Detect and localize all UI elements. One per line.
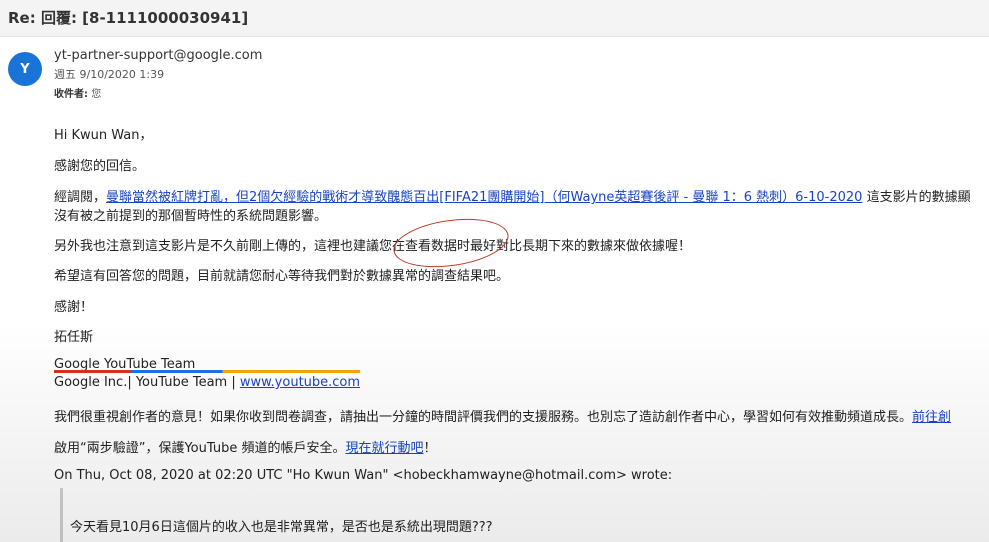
sender-avatar[interactable]: Y [8, 52, 42, 86]
recipient-line: 收件者: 您 [54, 85, 101, 100]
quote-bar [60, 488, 63, 542]
thanks-line: 感謝！ [54, 300, 94, 315]
act-now-link[interactable]: 現在就行動吧 [345, 441, 423, 456]
paragraph-3: 希望這有回答您的問題，目前就請您耐心等待我們對於數據異常的調查結果吧。 [54, 269, 510, 284]
creator-center-link[interactable]: 前往創 [912, 410, 951, 425]
signature-color-bar [54, 370, 360, 373]
email-subject: Re: 回覆: [8-1111000030941] [8, 9, 249, 27]
paragraph-2: 另外我也注意到這支影片是不久前剛上傳的，這裡也建議您在查看数据时最好對比長期下來… [54, 239, 692, 254]
paragraph-1-prefix: 經調閱， [54, 190, 107, 205]
video-link[interactable]: 曼聯當然被紅牌打亂，但2個欠經驗的戰術才導致醜態百出[FIFA21團購開始]（何… [106, 190, 862, 205]
thanks-reply: 感謝您的回信。 [54, 159, 146, 174]
two-step-text: 啟用“兩步驗證”，保護YouTube 頻道的帳戶安全。 [54, 441, 346, 456]
two-step-end: ！ [423, 441, 437, 456]
sent-date: 週五 9/10/2020 1:39 [54, 68, 165, 81]
signoff-name: 拓任斯 [54, 330, 94, 345]
recipient-label: 收件者: [54, 89, 88, 100]
greeting: Hi Kwun Wan， [54, 128, 153, 143]
two-step-line: 啟用“兩步驗證”，保護YouTube 頻道的帳戶安全。現在就行動吧！ [54, 437, 437, 456]
recipient-value: 您 [91, 89, 102, 100]
feedback-line: 我們很重視創作者的意見！如果你收到問卷調查，請抽出一分鐘的時間評價我們的支援服務… [54, 406, 951, 425]
quote-header: On Thu, Oct 08, 2020 at 02:20 UTC "Ho Kw… [54, 468, 673, 483]
paragraph-1: 經調閱，曼聯當然被紅牌打亂，但2個欠經驗的戰術才導致醜態百出[FIFA21團購開… [54, 186, 971, 205]
sender-address[interactable]: yt-partner-support@google.com [54, 48, 262, 63]
screen-shade [0, 320, 989, 542]
youtube-link[interactable]: www.youtube.com [240, 375, 360, 390]
signature-inc: Google Inc.| YouTube Team | [54, 375, 240, 390]
feedback-text: 我們很重視創作者的意見！如果你收到問卷調查，請抽出一分鐘的時間評價我們的支援服務… [54, 410, 913, 425]
quoted-text: 今天看見10月6日這個片的收入也是非常異常，是否也是系統出現問題??? [70, 520, 493, 535]
paragraph-1-line-2: 沒有被之前提到的那個暫時性的系統問題影響。 [54, 209, 328, 224]
subject-bar: Re: 回覆: [8-1111000030941] [0, 0, 989, 37]
paragraph-1-suffix: 這支影片的數據顯 [862, 190, 971, 205]
signature-company: Google Inc.| YouTube Team | www.youtube.… [54, 375, 360, 390]
